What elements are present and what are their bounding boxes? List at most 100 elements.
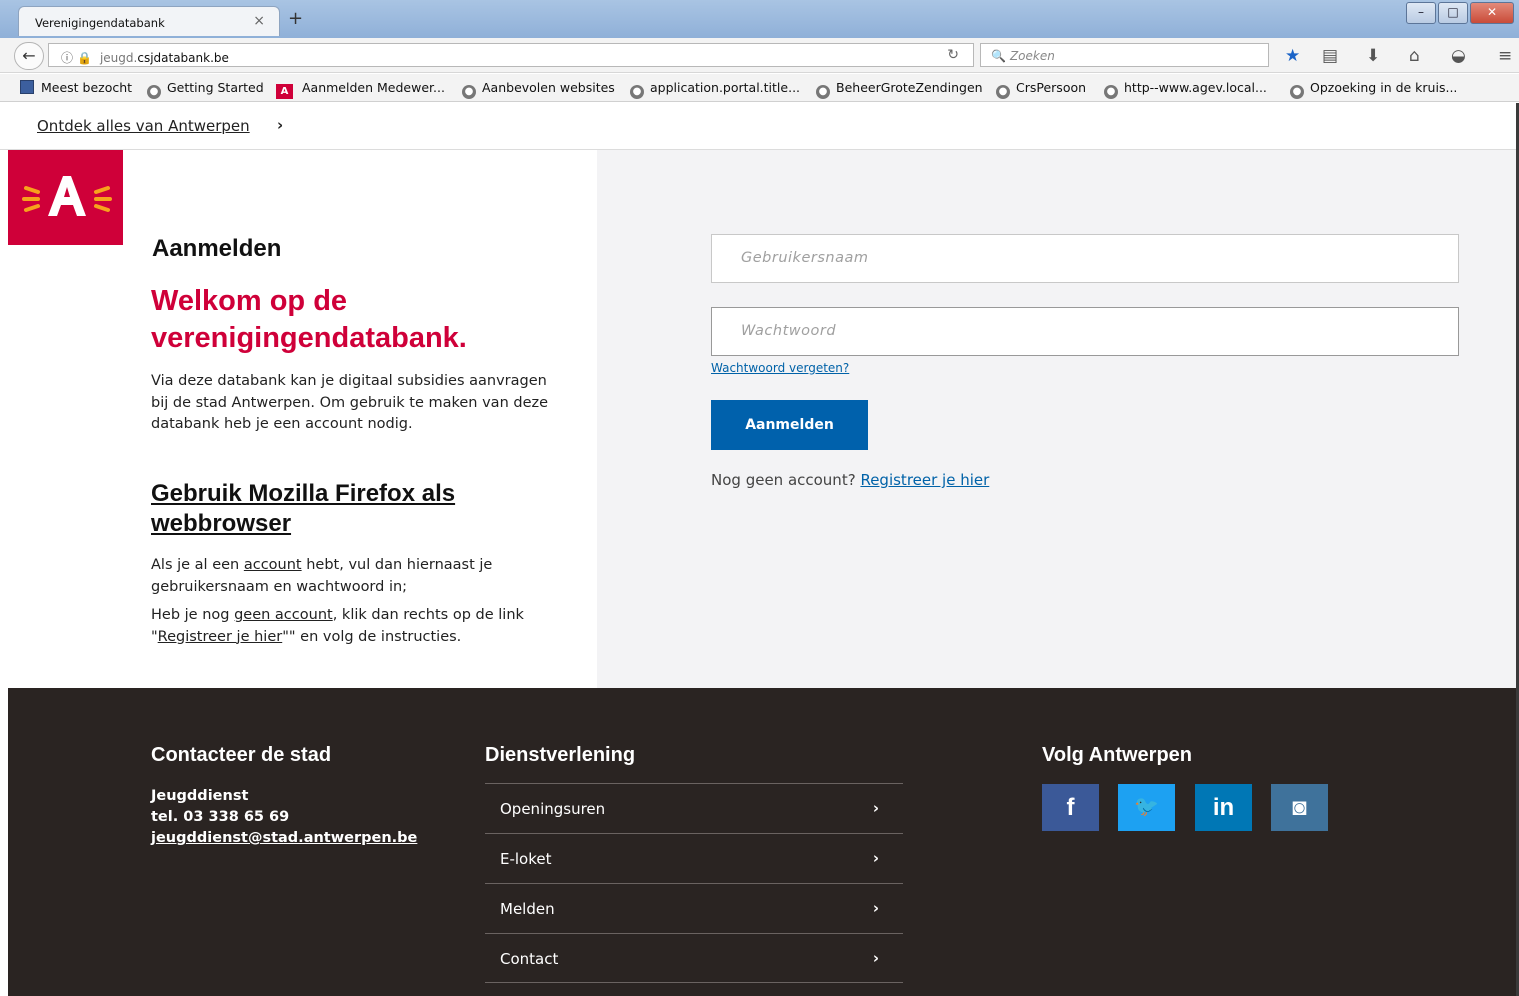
antwerpen-icon: A: [276, 84, 293, 99]
globe-icon: ●: [462, 85, 476, 99]
bookmark-agev-local[interactable]: ● http--www.agev.local...: [1104, 80, 1267, 99]
text: Als je al een: [151, 557, 244, 573]
top-link-bar: Ontdek alles van Antwerpen ›: [0, 103, 1519, 150]
service-label: E-loket: [500, 850, 552, 868]
bookmark-label: CrsPersoon: [1016, 80, 1087, 95]
bookmark-application-portal[interactable]: ● application.portal.title...: [630, 80, 800, 99]
reload-icon[interactable]: ↻: [947, 47, 959, 63]
service-openingsuren[interactable]: Openingsuren ›: [485, 783, 903, 833]
maximize-button[interactable]: □: [1438, 2, 1468, 24]
search-input[interactable]: 🔍 Zoeken: [980, 43, 1269, 67]
no-account-text: Nog geen account? Registreer je hier: [711, 471, 989, 489]
discover-antwerpen-link[interactable]: Ontdek alles van Antwerpen: [37, 117, 250, 135]
chevron-right-icon[interactable]: ›: [277, 116, 283, 134]
pocket-icon[interactable]: ◒: [1451, 46, 1466, 66]
forgot-password-link[interactable]: Wachtwoord vergeten?: [711, 361, 849, 375]
register-link[interactable]: Registreer je hier: [860, 471, 989, 489]
chevron-right-icon: ›: [872, 899, 879, 917]
bookmark-aanmelden-medewerker[interactable]: A Aanmelden Medewer...: [276, 80, 445, 99]
instruction-paragraph-2: Heb je nog geen account, klik dan rechts…: [151, 605, 581, 648]
facebook-icon[interactable]: f: [1042, 784, 1099, 831]
bookmark-meest-bezocht[interactable]: Meest bezocht: [20, 80, 132, 95]
globe-icon: ●: [1290, 85, 1304, 99]
welcome-heading: Welkom op de verenigingendatabank.: [151, 285, 467, 354]
bookmark-label: Aanmelden Medewer...: [302, 80, 445, 95]
services-title: Dienstverlening: [485, 744, 636, 766]
service-label: Contact: [500, 950, 559, 968]
bookmark-opzoeking-kruis[interactable]: ● Opzoeking in de kruis...: [1290, 80, 1457, 99]
browser-tab[interactable]: Verenigingendatabank ×: [18, 6, 280, 36]
contact-title: Contacteer de stad: [151, 744, 332, 766]
info-icon[interactable]: ⓘ: [61, 51, 73, 65]
contact-block: Jeugddienst tel. 03 338 65 69 jeugddiens…: [151, 786, 417, 849]
account-link[interactable]: account: [244, 557, 302, 573]
bookmark-crspersoon[interactable]: ● CrsPersoon: [996, 80, 1086, 99]
instruction-paragraph-1: Als je al een account hebt, vul dan hier…: [151, 555, 581, 598]
login-button[interactable]: Aanmelden: [711, 400, 868, 450]
password-field[interactable]: Wachtwoord: [711, 307, 1459, 356]
service-label: Melden: [500, 900, 555, 918]
bookmark-label: Getting Started: [167, 80, 264, 95]
minimize-button[interactable]: –: [1406, 2, 1436, 24]
bookmark-getting-started[interactable]: ● Getting Started: [147, 80, 264, 99]
bookmark-aanbevolen-websites[interactable]: ● Aanbevolen websites: [462, 80, 615, 99]
bookmark-label: application.portal.title...: [650, 80, 801, 95]
chevron-right-icon: ›: [872, 849, 879, 867]
bookmarks-toolbar: Meest bezocht ● Getting Started A Aanmelde…: [0, 74, 1519, 102]
bookmark-label: Meest bezocht: [41, 80, 133, 95]
chevron-right-icon: ›: [872, 949, 879, 967]
follow-title: Volg Antwerpen: [1042, 744, 1192, 766]
register-inline-link[interactable]: Registreer je hier: [158, 629, 283, 645]
home-icon[interactable]: ⌂: [1409, 46, 1420, 66]
browser-titlebar: Verenigingendatabank × + – □ ✕: [0, 0, 1519, 38]
globe-icon: ●: [996, 85, 1010, 99]
instagram-icon[interactable]: ◙: [1271, 784, 1328, 831]
globe-icon: ●: [147, 85, 161, 99]
insecure-lock-icon[interactable]: 🔒: [77, 51, 92, 65]
no-account-link[interactable]: geen account: [234, 607, 333, 623]
url-host: jeugd.: [99, 51, 138, 65]
search-icon: 🔍: [991, 49, 1006, 63]
tab-close-icon[interactable]: ×: [253, 13, 265, 29]
tab-title: Verenigingendatabank: [35, 16, 165, 30]
download-icon[interactable]: ⬇: [1366, 46, 1380, 66]
menu-icon[interactable]: ≡: [1498, 46, 1512, 66]
reading-list-icon[interactable]: ▤: [1322, 46, 1338, 66]
search-placeholder: Zoeken: [1009, 49, 1055, 63]
contact-name: Jeugddienst: [151, 788, 249, 804]
new-tab-button[interactable]: +: [288, 8, 303, 29]
chevron-right-icon: ›: [872, 799, 879, 817]
bookmark-star-icon[interactable]: ★: [1285, 46, 1300, 66]
bookmark-label: BeheerGroteZendingen: [836, 80, 983, 95]
globe-icon: ●: [816, 85, 830, 99]
url-domain: csjdatabank.be: [137, 51, 229, 65]
username-field[interactable]: Gebruikersnaam: [711, 234, 1459, 283]
text: Nog geen account?: [711, 471, 856, 489]
contact-phone: tel. 03 338 65 69: [151, 809, 290, 825]
service-e-loket[interactable]: E-loket ›: [485, 833, 903, 883]
footer: Contacteer de stad Jeugddienst tel. 03 3…: [8, 688, 1516, 996]
browser-navbar: ← ⓘ 🔒 jeugd.csjdatabank.be ↻ 🔍 Zoeken ★ ▤ ⬇…: [0, 38, 1519, 73]
bookmark-label: Opzoeking in de kruis...: [1310, 80, 1458, 95]
services-list: Openingsuren › E-loket › Melden › Contact ›: [485, 783, 903, 983]
close-window-button[interactable]: ✕: [1470, 2, 1514, 24]
service-contact[interactable]: Contact ›: [485, 933, 903, 983]
service-melden[interactable]: Melden ›: [485, 883, 903, 933]
bookmark-beheergrotezendingen[interactable]: ● BeheerGroteZendingen: [816, 80, 983, 99]
intro-text: Via deze databank kan je digitaal subsid…: [151, 373, 549, 432]
text: "" en volg de instructies.: [282, 628, 462, 645]
folder-icon: [20, 80, 34, 94]
contact-email-link[interactable]: jeugddienst@stad.antwerpen.be: [151, 828, 417, 849]
antwerpen-logo[interactable]: [8, 150, 123, 245]
bookmark-label: Aanbevolen websites: [482, 80, 615, 95]
firefox-link[interactable]: Gebruik Mozilla Firefox als webbrowser: [151, 479, 581, 539]
bookmark-label: http--www.agev.local...: [1124, 80, 1267, 95]
address-bar[interactable]: ⓘ 🔒 jeugd.csjdatabank.be ↻: [48, 43, 974, 67]
twitter-icon[interactable]: 🐦: [1118, 784, 1175, 831]
service-label: Openingsuren: [500, 800, 606, 818]
linkedin-icon[interactable]: in: [1195, 784, 1252, 831]
globe-icon: ●: [1104, 85, 1118, 99]
back-button[interactable]: ←: [14, 42, 44, 70]
globe-icon: ●: [630, 85, 644, 99]
page-title: Aanmelden: [152, 235, 282, 262]
